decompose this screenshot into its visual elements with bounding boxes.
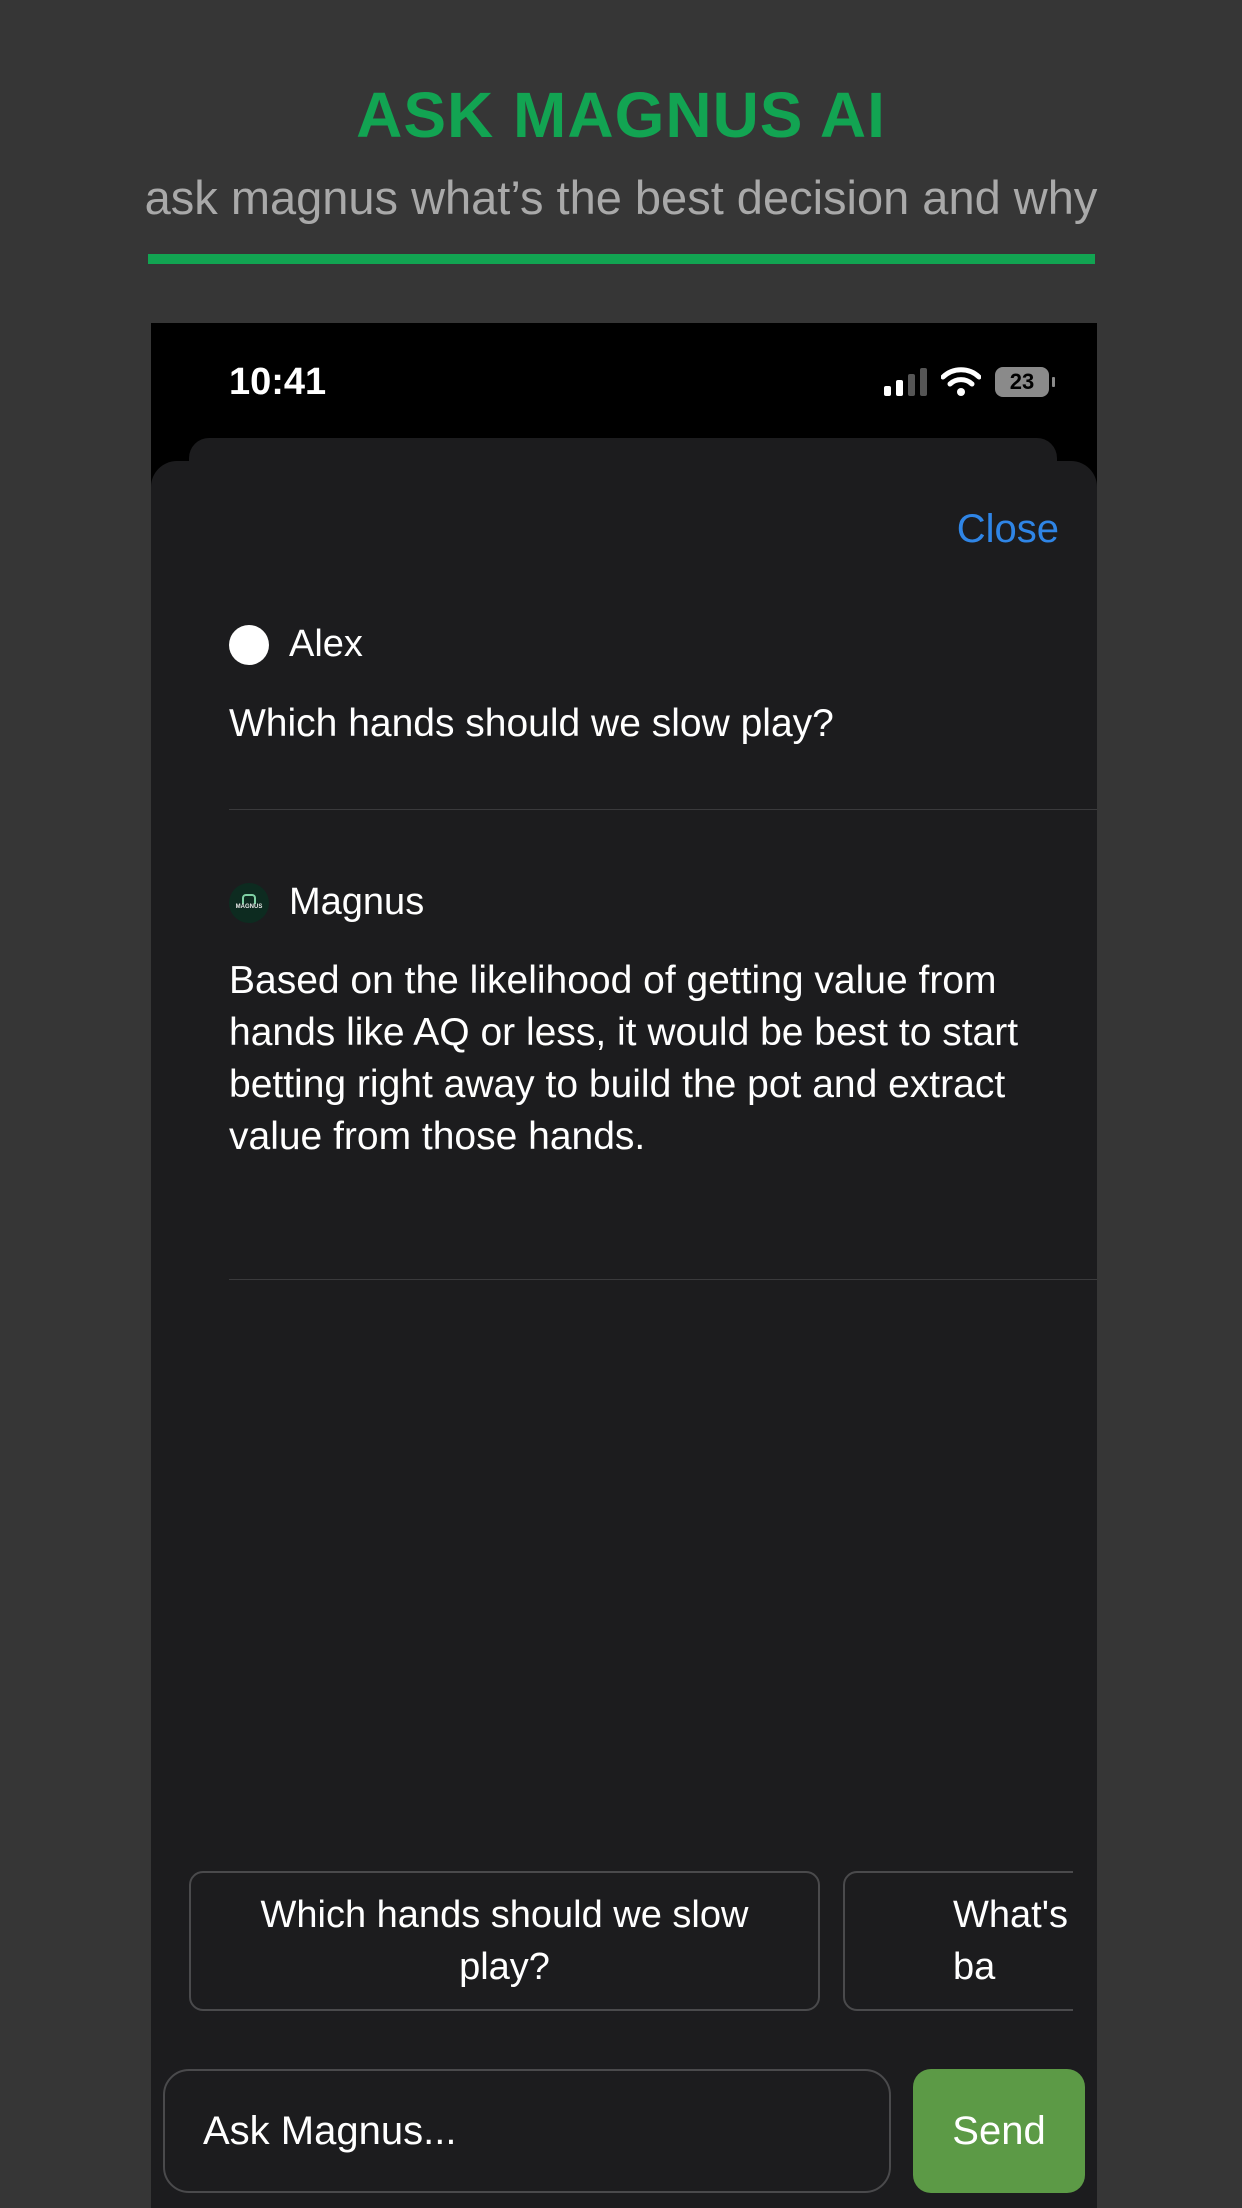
promo-underline xyxy=(148,254,1095,264)
close-button[interactable]: Close xyxy=(957,507,1059,552)
message-divider xyxy=(229,809,1097,810)
message-text: Based on the likelihood of getting value… xyxy=(229,959,1019,1158)
send-button[interactable]: Send xyxy=(913,2069,1085,2193)
message-author-row: MAGNUS Magnus xyxy=(229,881,424,924)
suggestion-chip-label: What's ba xyxy=(953,1894,1068,1988)
battery-icon: 23 xyxy=(995,367,1055,397)
avatar xyxy=(229,624,269,665)
suggestion-chip[interactable]: Which hands should we slow play? xyxy=(189,1871,820,2011)
magnus-logo-avatar: MAGNUS xyxy=(229,882,269,923)
battery-level: 23 xyxy=(1009,369,1035,394)
ask-magnus-input[interactable]: Ask Magnus... xyxy=(163,2069,891,2193)
phone-screen: 10:41 23 Close Alex Which hands should w… xyxy=(151,323,1097,2208)
promo-title: ASK MAGNUS AI xyxy=(356,79,886,151)
message-author-row: Alex xyxy=(229,623,363,666)
promo-subtitle: ask magnus what’s the best decision and … xyxy=(144,171,1098,224)
author-name: Magnus xyxy=(289,881,425,923)
cellular-signal-icon xyxy=(884,368,927,396)
author-name: Alex xyxy=(289,623,363,665)
status-time: 10:41 xyxy=(229,361,327,403)
message-divider xyxy=(229,1279,1097,1280)
message-text: Which hands should we slow play? xyxy=(229,702,834,745)
input-placeholder: Ask Magnus... xyxy=(203,2108,457,2153)
status-icons: 23 xyxy=(884,365,1055,399)
wifi-icon xyxy=(941,367,981,396)
suggestion-chip[interactable]: What's ba xyxy=(843,1871,1073,2011)
suggestion-chip-label: Which hands should we slow play? xyxy=(260,1894,749,1988)
